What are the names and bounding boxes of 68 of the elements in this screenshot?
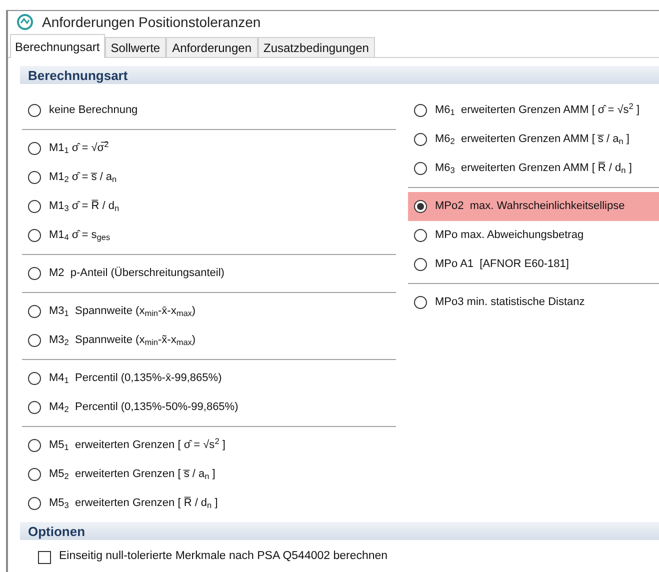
section-header: Berechnungsart: [20, 66, 659, 84]
radio-button[interactable]: [414, 200, 427, 213]
radio-option[interactable]: MPo max. Abweichungsbetrag: [408, 221, 659, 250]
option-label: M6$_{3}$ erweiterten Grenzen AMM [ R̅ / d$_{n}$ ]: [435, 160, 632, 177]
radio-option[interactable]: MPo A1 [AFNOR E60-181]: [408, 250, 659, 279]
radio-option[interactable]: M5$_{2}$ erweiterten Grenzen [ s̅ / a$_{n}$ ]: [22, 460, 396, 489]
option-label: keine Berechnung: [49, 103, 138, 118]
radio-button[interactable]: [28, 142, 41, 155]
radio-option[interactable]: M4$_{1}$ Percentil (0,135%-x̄-99,865%): [22, 364, 396, 393]
radio-option[interactable]: keine Berechnung: [22, 96, 396, 125]
option-label: M4$_{1}$ Percentil (0,135%-x̄-99,865%): [49, 371, 222, 387]
radio-option[interactable]: M6$_{1}$ erweiterten Grenzen AMM [ σ̂ = √s$^{2}$ ]: [408, 96, 659, 125]
tab[interactable]: Sollwerte: [104, 37, 166, 57]
section-header: Optionen: [20, 522, 659, 540]
radio-button[interactable]: [414, 162, 427, 175]
radio-button[interactable]: [414, 104, 427, 117]
radio-button[interactable]: [414, 296, 427, 309]
radio-button[interactable]: [28, 334, 41, 347]
radio-option[interactable]: MPo3 min. statistische Distanz: [408, 288, 659, 317]
radio-option[interactable]: M5$_{3}$ erweiterten Grenzen [ R̅ / d$_{n}$ ]: [22, 489, 396, 518]
radio-option[interactable]: M3$_{2}$ Spannweite (x$_{min}$-x̃-x$_{max}$): [22, 326, 396, 355]
radio-button[interactable]: [414, 229, 427, 242]
radio-button[interactable]: [28, 401, 41, 414]
radio-button[interactable]: [28, 229, 41, 242]
option-label: MPo2 max. Wahrscheinlichkeitsellipse: [435, 199, 625, 214]
radio-button[interactable]: [28, 497, 41, 510]
radio-button[interactable]: [28, 372, 41, 385]
option-label: M3$_{2}$ Spannweite (x$_{min}$-x̃-x$_{max}$): [49, 333, 196, 349]
option-label: M2 p-Anteil (Überschreitungsanteil): [49, 266, 224, 282]
option-label: M1$_{2}$ σ̂ = s̅ / a$_{n}$: [49, 170, 117, 186]
option-label: MPo A1 [AFNOR E60-181]: [435, 257, 569, 272]
checkbox[interactable]: [38, 550, 51, 564]
radio-option[interactable]: M1$_{3}$ σ̂ = R̅ / d$_{n}$: [22, 192, 396, 221]
tab[interactable]: Berechnungsart: [10, 34, 105, 58]
radio-option[interactable]: M1$_{2}$ σ̂ = s̅ / a$_{n}$: [22, 163, 396, 192]
option-label: M5$_{1}$ erweiterten Grenzen [ σ̂ = √s$^{2}$ ]: [49, 437, 226, 454]
option-label: M1$_{4}$ σ̂ = s$_{ges}$: [49, 228, 110, 244]
radio-option[interactable]: M5$_{1}$ erweiterten Grenzen [ σ̂ = √s$^{2}$ ]: [22, 431, 396, 460]
radio-button[interactable]: [28, 200, 41, 213]
radio-button[interactable]: [28, 267, 41, 280]
option-label: M4$_{2}$ Percentil (0,135%-50%-99,865%): [49, 400, 238, 416]
radio-option[interactable]: M1$_{4}$ σ̂ = s$_{ges}$: [22, 221, 396, 250]
radio-button[interactable]: [28, 305, 41, 318]
radio-button[interactable]: [414, 133, 427, 146]
radio-option[interactable]: M6$_{3}$ erweiterten Grenzen AMM [ R̅ / d$_{n}$ ]: [408, 154, 659, 183]
option-label: M6$_{2}$ erweiterten Grenzen AMM [ s̅ / a$_{n}$ ]: [435, 132, 630, 148]
radio-button[interactable]: [28, 104, 41, 117]
radio-button[interactable]: [414, 258, 427, 271]
option-label: M5$_{2}$ erweiterten Grenzen [ s̅ / a$_{n}$ ]: [49, 467, 216, 483]
option-label: M1$_{3}$ σ̂ = R̅ / d$_{n}$: [49, 198, 120, 215]
radio-button[interactable]: [28, 439, 41, 452]
radio-option[interactable]: MPo2 max. Wahrscheinlichkeitsellipse: [408, 192, 659, 221]
radio-button[interactable]: [28, 468, 41, 481]
option-label: M6$_{1}$ erweiterten Grenzen AMM [ σ̂ = √s$^{2}$ ]: [435, 102, 640, 119]
radio-option[interactable]: M6$_{2}$ erweiterten Grenzen AMM [ s̅ / a$_{n}$ ]: [408, 125, 659, 154]
tab[interactable]: Anforderungen: [166, 37, 258, 57]
tab[interactable]: Zusatzbedingungen: [258, 37, 375, 57]
option-label: MPo max. Abweichungsbetrag: [435, 228, 584, 244]
radio-option[interactable]: M2 p-Anteil (Überschreitungsanteil): [22, 259, 396, 288]
radio-option[interactable]: M4$_{2}$ Percentil (0,135%-50%-99,865%): [22, 393, 396, 422]
option-label: M3$_{1}$ Spannweite (x$_{min}$-x̄-x$_{max}$): [49, 304, 196, 320]
checkbox-label: Einseitig null-tolerierte Merkmale nach PSA Q544002 berechnen: [59, 549, 388, 564]
option-label: MPo3 min. statistische Distanz: [435, 295, 585, 310]
app-icon: [16, 13, 34, 31]
radio-button[interactable]: [28, 171, 41, 184]
window-title: Anforderungen Positionstoleranzen: [42, 12, 261, 32]
radio-option[interactable]: M3$_{1}$ Spannweite (x$_{min}$-x̄-x$_{max}$): [22, 297, 396, 326]
option-label: M5$_{3}$ erweiterten Grenzen [ R̅ / d$_{n}$ ]: [49, 496, 218, 512]
